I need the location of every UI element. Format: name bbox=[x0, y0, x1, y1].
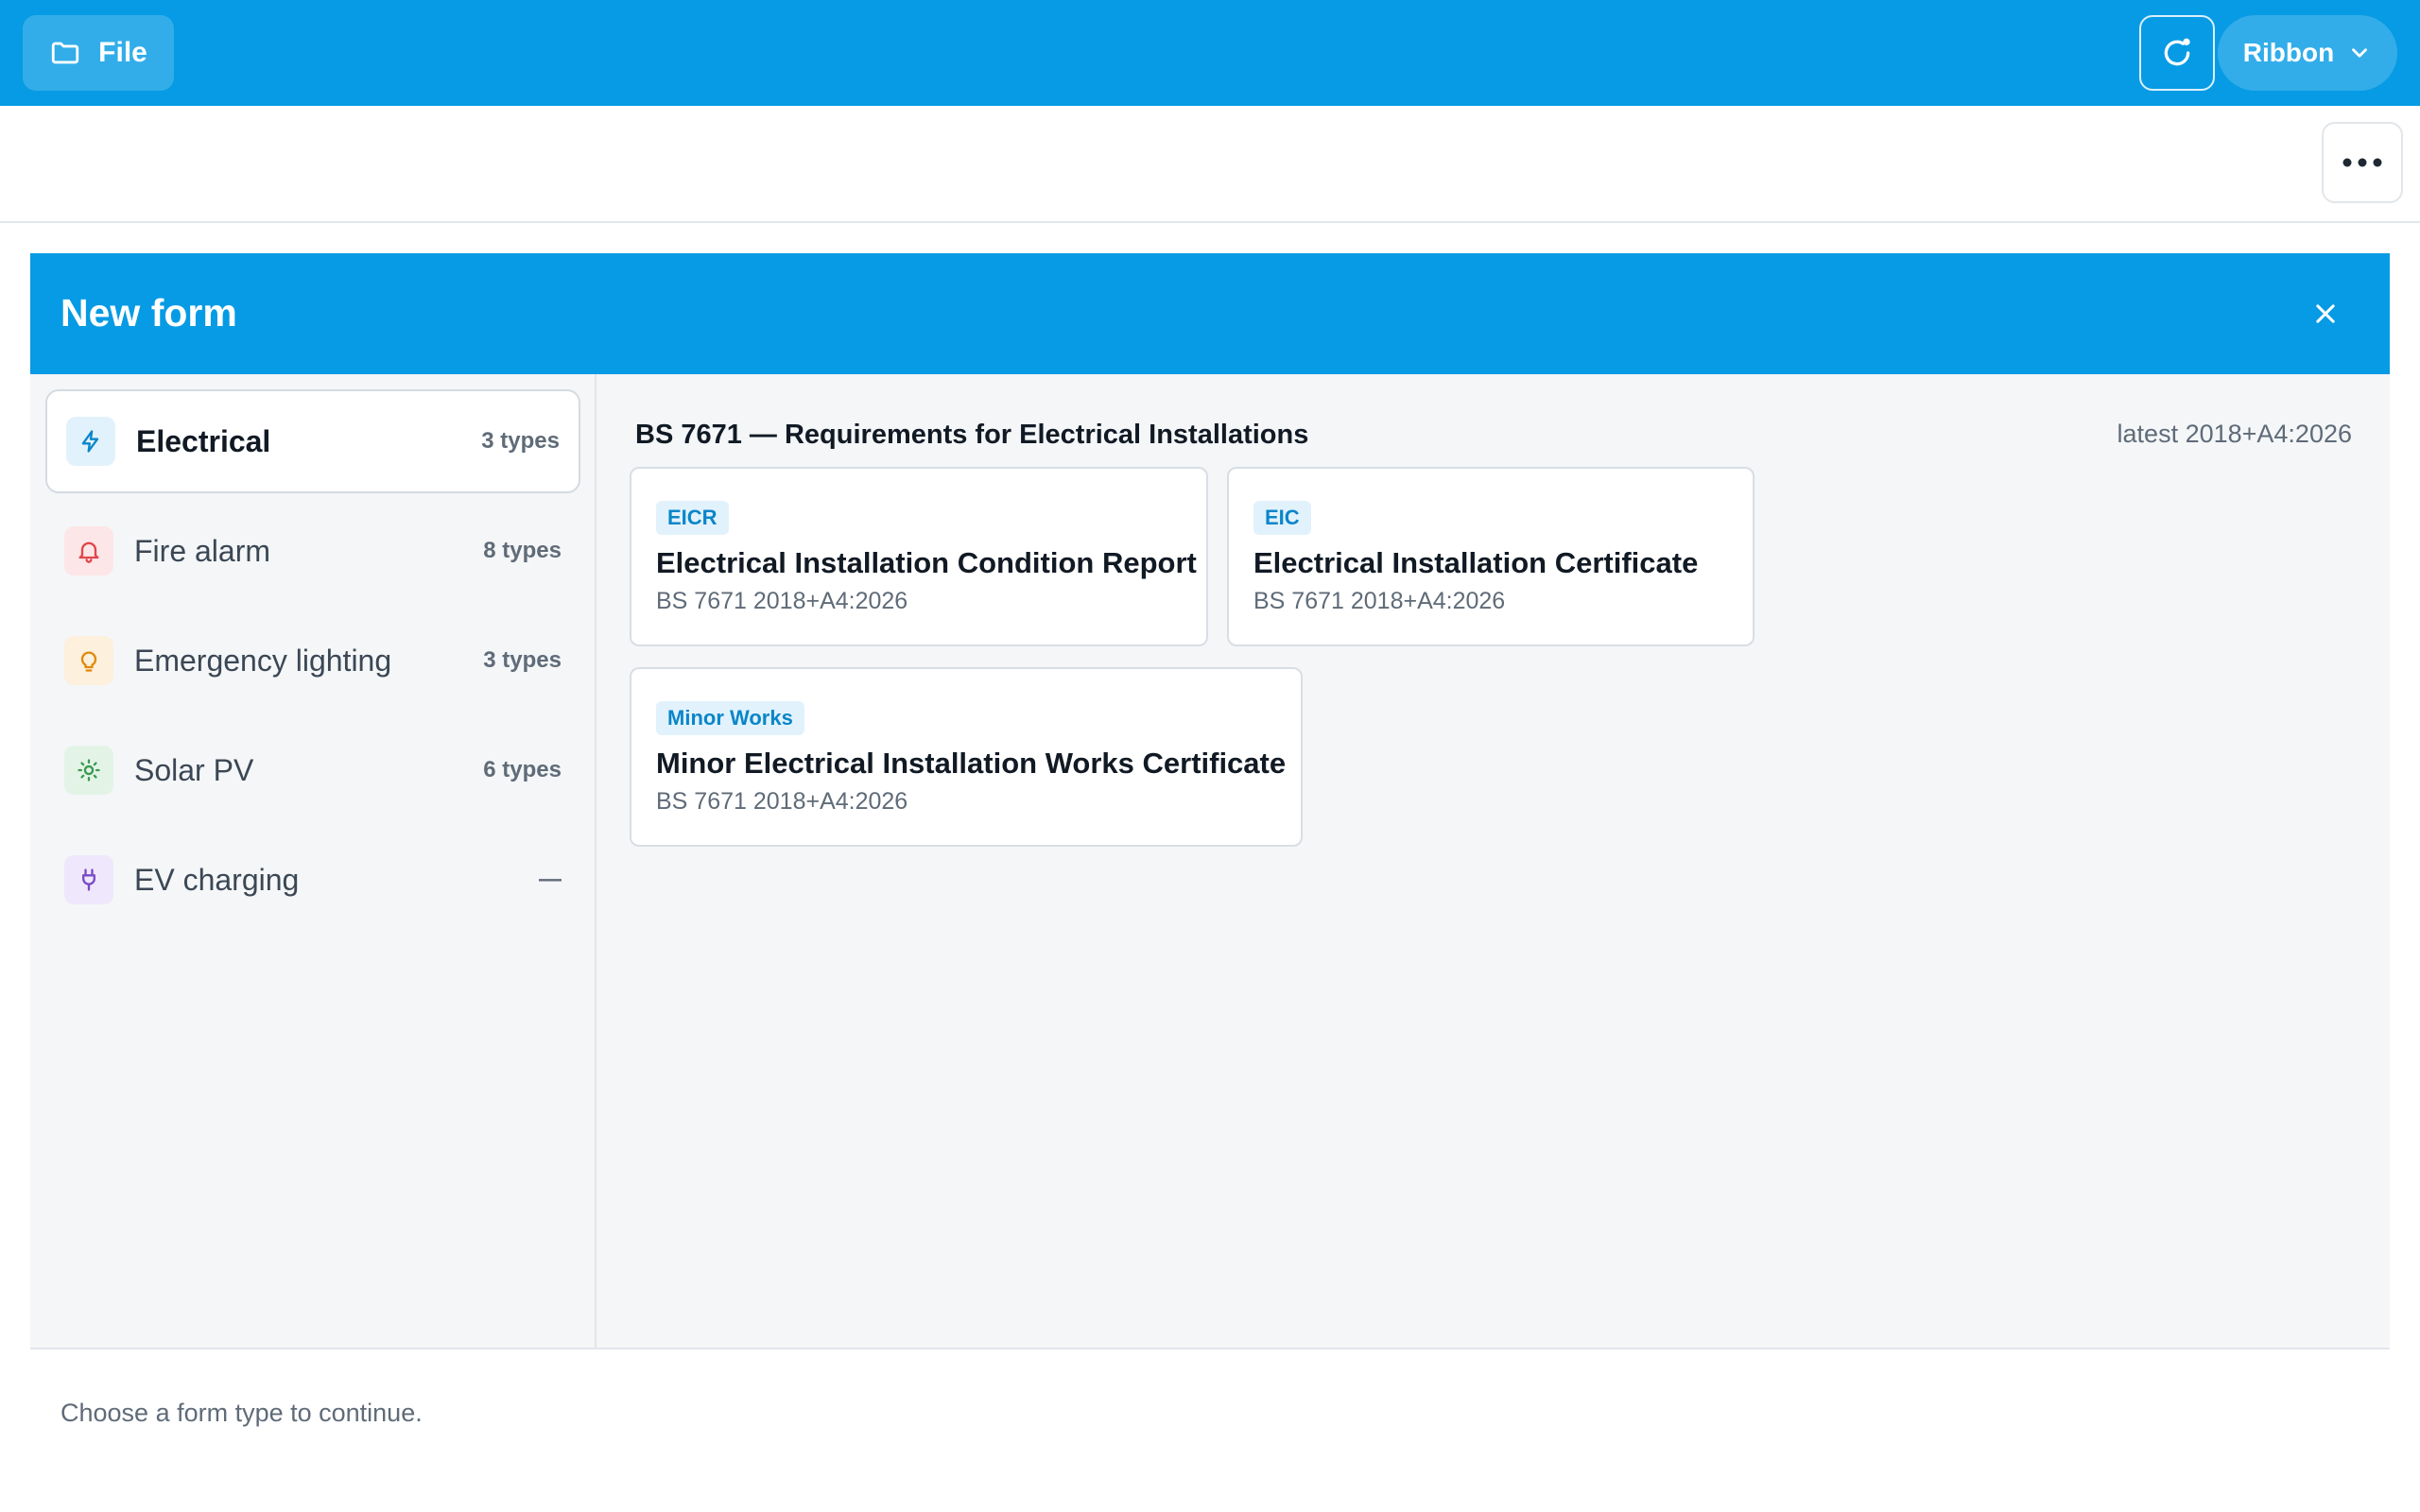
standard-version: latest 2018+A4:2026 bbox=[2117, 420, 2352, 448]
category-count: 6 types bbox=[483, 757, 562, 782]
lightbulb-icon bbox=[80, 651, 97, 672]
category-emergency-lighting[interactable]: Emergency lighting 3 types bbox=[45, 609, 580, 713]
form-title: Electrical Installation Condition Report bbox=[656, 546, 1197, 579]
form-card-eicr[interactable]: EICR Electrical Installation Condition R… bbox=[630, 467, 1208, 646]
category-count: 3 types bbox=[481, 428, 560, 454]
ribbon-dropdown[interactable]: Ribbon bbox=[2218, 15, 2397, 91]
category-fire-alarm[interactable]: Fire alarm 8 types bbox=[45, 499, 580, 603]
folder-icon bbox=[51, 42, 79, 64]
lightning-icon bbox=[81, 430, 99, 453]
category-electrical[interactable]: Electrical 3 types bbox=[45, 389, 580, 493]
form-badge: EICR bbox=[656, 501, 729, 535]
form-title: Minor Electrical Installation Works Cert… bbox=[656, 747, 1287, 780]
category-icon-badge bbox=[64, 526, 113, 576]
form-card-eic[interactable]: EIC Electrical Installation Certificate … bbox=[1227, 467, 1754, 646]
category-solar-pv[interactable]: Solar PV 6 types bbox=[45, 718, 580, 822]
category-label: EV charging bbox=[134, 862, 300, 897]
secondary-toolbar bbox=[0, 106, 2420, 223]
dialog-header: New form bbox=[30, 253, 2390, 374]
form-subtitle: BS 7671 2018+A4:2026 bbox=[656, 588, 908, 614]
category-label: Emergency lighting bbox=[134, 643, 392, 678]
category-icon-badge bbox=[66, 417, 115, 466]
form-subtitle: BS 7671 2018+A4:2026 bbox=[1253, 588, 1506, 614]
file-button[interactable]: File bbox=[23, 15, 174, 91]
standard-heading: BS 7671 — Requirements for Electrical In… bbox=[635, 420, 1309, 450]
form-title: Electrical Installation Certificate bbox=[1253, 546, 1699, 579]
category-ev-charging[interactable]: EV charging — bbox=[45, 828, 580, 932]
close-button[interactable] bbox=[2299, 287, 2352, 340]
category-label: Solar PV bbox=[134, 752, 254, 787]
form-badge: Minor Works bbox=[656, 701, 804, 735]
chevron-down-icon bbox=[2352, 48, 2368, 58]
new-form-dialog: New form Electrical 3 types Fire alarm 8… bbox=[30, 253, 2390, 1512]
category-count: 8 types bbox=[483, 538, 562, 563]
more-horizontal-icon bbox=[2342, 158, 2382, 167]
category-label: Fire alarm bbox=[134, 533, 271, 568]
ribbon-dropdown-label: Ribbon bbox=[2242, 38, 2335, 67]
footer-hint: Choose a form type to continue. bbox=[60, 1399, 423, 1427]
dialog-title: New form bbox=[60, 291, 237, 335]
file-button-label: File bbox=[98, 37, 147, 68]
sun-icon bbox=[78, 759, 100, 782]
category-icon-badge bbox=[64, 636, 113, 685]
category-icon-badge bbox=[64, 746, 113, 795]
dialog-body: Electrical 3 types Fire alarm 8 types Em… bbox=[30, 374, 2390, 1348]
plug-icon bbox=[82, 868, 96, 891]
more-options-button[interactable] bbox=[2322, 122, 2403, 203]
sync-button[interactable] bbox=[2139, 15, 2215, 91]
category-count: 3 types bbox=[483, 647, 562, 673]
sync-icon bbox=[2164, 38, 2190, 66]
category-icon-badge bbox=[64, 855, 113, 904]
close-icon bbox=[2316, 304, 2335, 323]
dialog-footer: Choose a form type to continue. bbox=[30, 1348, 2390, 1512]
form-subtitle: BS 7671 2018+A4:2026 bbox=[656, 788, 908, 815]
bell-icon bbox=[78, 541, 99, 563]
form-badge: EIC bbox=[1253, 501, 1311, 535]
category-sidebar: Electrical 3 types Fire alarm 8 types Em… bbox=[30, 374, 596, 1348]
category-label: Electrical bbox=[136, 423, 271, 458]
form-types-panel: BS 7671 — Requirements for Electrical In… bbox=[597, 374, 2390, 1348]
app-top-bar: File Ribbon bbox=[0, 0, 2420, 106]
form-card-minor-works[interactable]: Minor Works Minor Electrical Installatio… bbox=[630, 667, 1303, 847]
category-count: — bbox=[539, 867, 562, 892]
